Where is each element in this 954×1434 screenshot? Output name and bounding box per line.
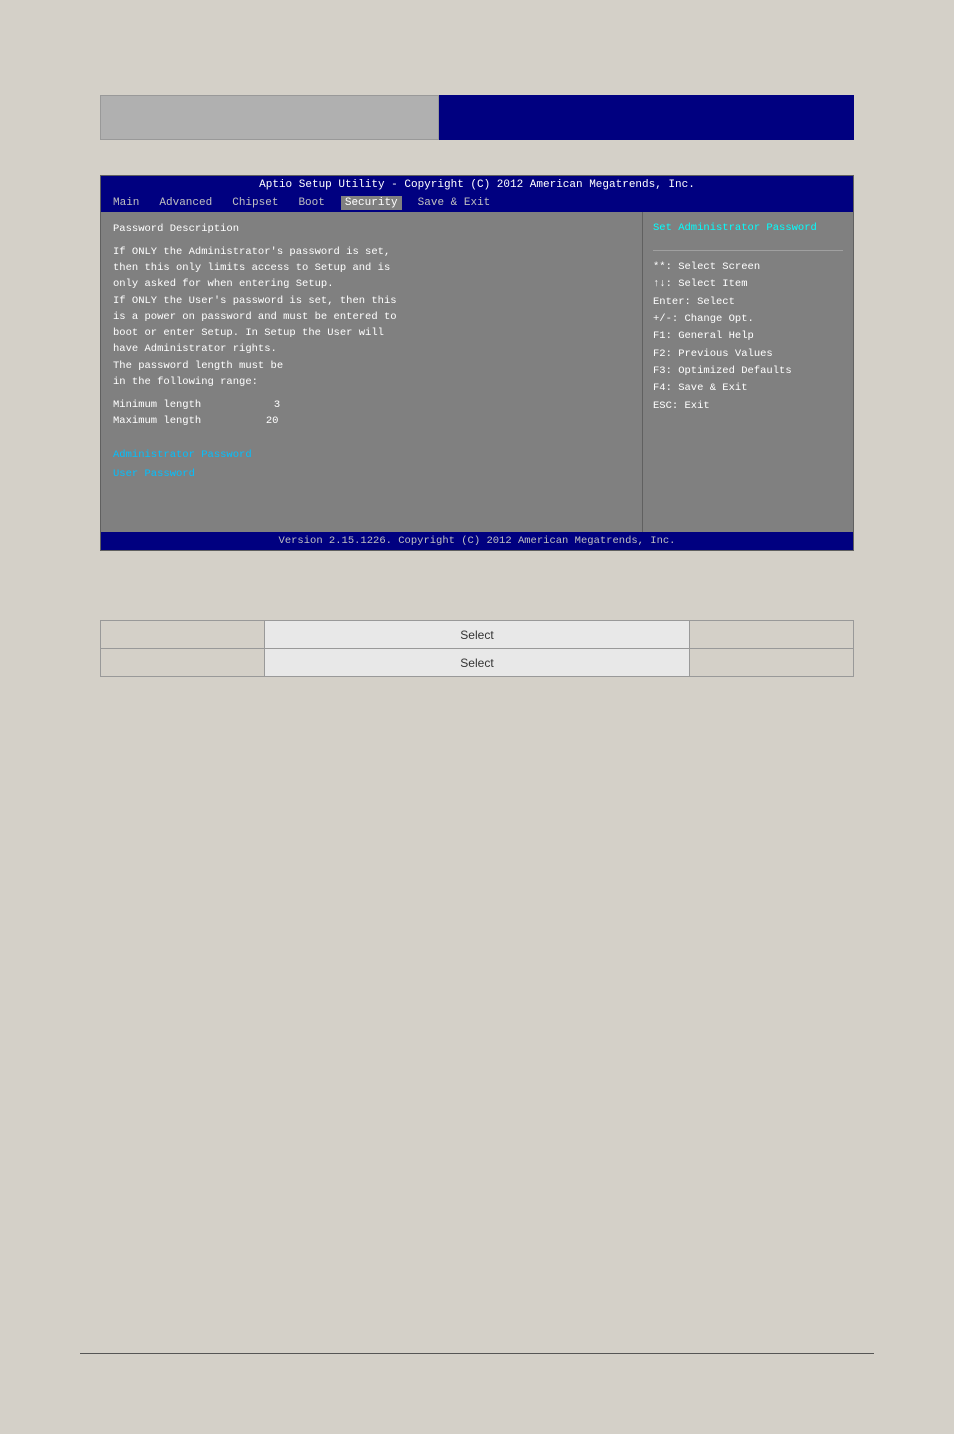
menu-security[interactable]: Security [341,196,402,210]
bios-left-panel: Password Description If ONLY the Adminis… [101,212,643,532]
table-cell-col1-row1 [101,621,265,649]
bios-right-panel: Set Administrator Password **: Select Sc… [643,212,853,532]
bios-menubar: Main Advanced Chipset Boot Security Save… [101,194,853,212]
table-cell-col2-row1[interactable]: Select [265,621,690,649]
data-table: Select Select [100,620,854,677]
max-length-row: Maximum length 20 [113,414,630,430]
bottom-separator [80,1353,874,1354]
right-panel-divider [653,250,843,251]
bios-title: Aptio Setup Utility - Copyright (C) 2012… [101,176,853,194]
password-description: If ONLY the Administrator's password is … [113,244,630,390]
table-cell-col3-row2 [689,649,853,677]
table-section: Select Select [100,620,854,677]
menu-chipset[interactable]: Chipset [228,196,282,210]
bios-content: Password Description If ONLY the Adminis… [101,212,853,532]
top-header [100,95,854,140]
menu-main[interactable]: Main [109,196,143,210]
table-cell-col1-row2 [101,649,265,677]
header-right-bar [439,95,854,140]
right-panel-title: Set Administrator Password [653,222,843,234]
section-title: Password Description [113,222,630,238]
menu-save-exit[interactable]: Save & Exit [414,196,495,210]
bios-version: Version 2.15.1226. Copyright (C) 2012 Am… [101,532,853,550]
bios-window: Aptio Setup Utility - Copyright (C) 2012… [100,175,854,551]
menu-boot[interactable]: Boot [294,196,328,210]
min-length-row: Minimum length 3 [113,398,630,414]
password-links: Administrator Password User Password [113,446,630,484]
user-password-link[interactable]: User Password [113,465,630,484]
table-cell-col3-row1 [689,621,853,649]
table-row: Select [101,621,854,649]
header-left-bar [100,95,439,140]
help-text: **: Select Screen ↑↓: Select Item Enter:… [653,259,843,415]
table-cell-col2-row2[interactable]: Select [265,649,690,677]
admin-password-link[interactable]: Administrator Password [113,446,630,465]
menu-advanced[interactable]: Advanced [155,196,216,210]
table-row: Select [101,649,854,677]
